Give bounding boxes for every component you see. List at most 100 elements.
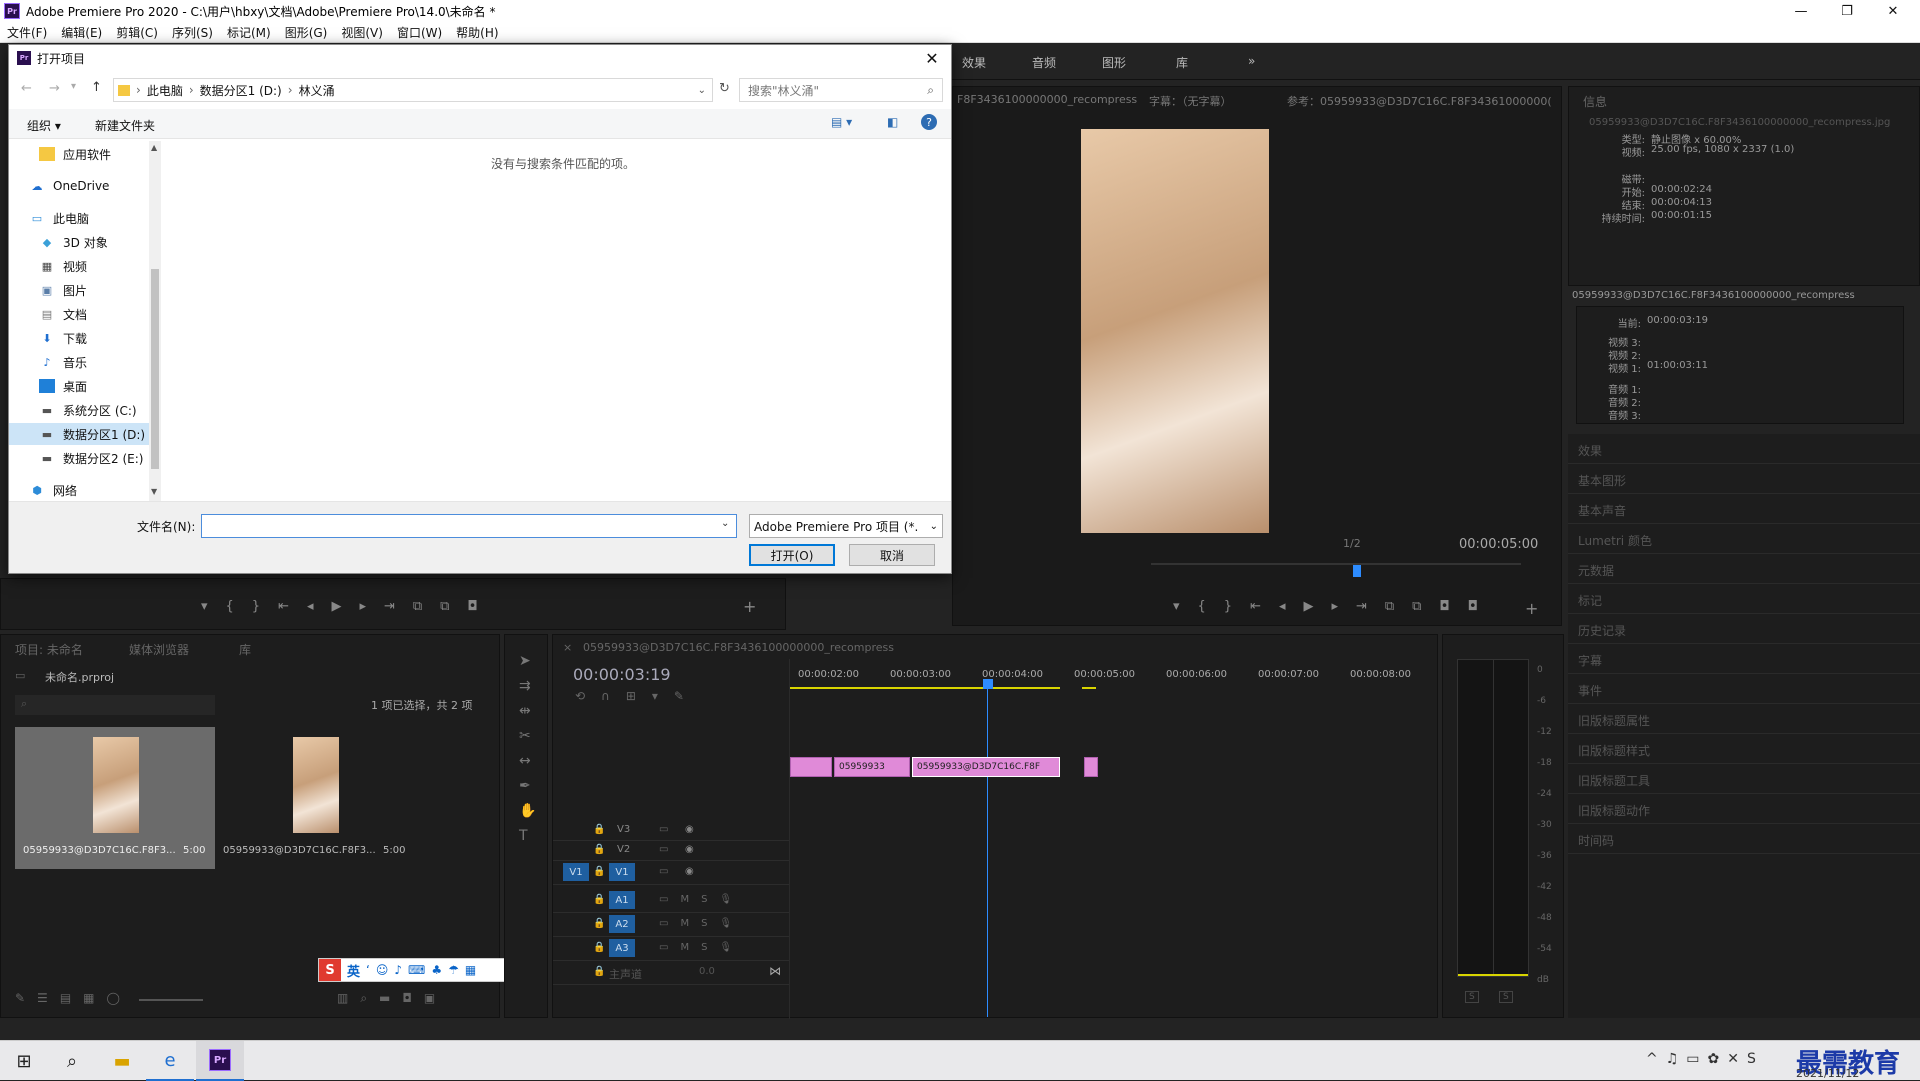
lock-icon[interactable]: 🔒 — [593, 866, 605, 877]
sync-icon[interactable]: ▭ — [659, 866, 668, 877]
maximize-icon[interactable]: ❐ — [1824, 0, 1870, 22]
project-search-input[interactable] — [15, 695, 215, 715]
up-arrow-icon[interactable]: ↑ — [91, 80, 102, 95]
source-patch-v1[interactable]: V1 — [563, 863, 589, 881]
work-area-bar[interactable] — [790, 687, 1060, 689]
monitor-page[interactable]: 1/2 — [1343, 537, 1361, 550]
track-master[interactable]: 🔒 主声道 0.0 ⋈ — [553, 961, 789, 985]
timeline-clip[interactable] — [1084, 757, 1098, 777]
project-footer-icons[interactable]: ✎☰▤▦◯ — [15, 991, 132, 1005]
file-type-select[interactable]: Adobe Premiere Pro 项目 (*. ⌄ — [749, 514, 943, 538]
project-item-1[interactable]: 05959933@D3D7C16C.F8F3... 5:00 — [15, 727, 215, 869]
address-bar[interactable]: › 此电脑 › 数据分区1 (D:) › 林义涌 ⌄ — [113, 78, 713, 102]
type-tool-icon[interactable]: T — [519, 828, 536, 844]
lock-icon[interactable]: 🔒 — [593, 894, 605, 905]
panel-essential-sound[interactable]: 基本声音 — [1578, 502, 1626, 519]
track-controls-icons[interactable]: ▭MS🎙 — [659, 894, 744, 905]
lock-icon[interactable]: 🔒 — [593, 844, 605, 855]
panel-events[interactable]: 事件 — [1578, 682, 1602, 699]
workspace-overflow-icon[interactable]: » — [1248, 54, 1255, 68]
go-to-end-icon[interactable]: ⋈ — [769, 964, 781, 978]
workspace-audio[interactable]: 音频 — [1032, 54, 1056, 71]
timeline-tool-icons[interactable]: ⟲∩⊞▾✎ — [575, 689, 700, 703]
timeline-close-icon[interactable]: × — [563, 641, 572, 654]
filename-dropdown-icon[interactable]: ⌄ — [721, 518, 729, 529]
panel-legacy-title-actions[interactable]: 旧版标题动作 — [1578, 802, 1650, 819]
scrollbar-thumb[interactable] — [151, 269, 159, 469]
solo-right-button[interactable]: S — [1499, 991, 1513, 1003]
razor-tool-icon[interactable]: ✂ — [519, 728, 536, 744]
timeline-clip[interactable] — [790, 757, 832, 777]
monitor-tab-captions[interactable]: 字幕：（无字幕） — [1149, 93, 1232, 109]
hand-tool-icon[interactable]: ✋ — [519, 803, 536, 819]
panel-legacy-title-styles[interactable]: 旧版标题样式 — [1578, 742, 1650, 759]
project-item-2[interactable]: 05959933@D3D7C16C.F8F3... 5:00 — [215, 727, 415, 869]
track-controls-icons[interactable]: ▭MS🎙 — [659, 942, 744, 953]
sidebar-item-this-pc[interactable]: ▭ 此电脑 — [29, 207, 165, 229]
open-button[interactable]: 打开(O) — [749, 544, 835, 566]
menu-graphics[interactable]: 图形(G) — [278, 24, 335, 41]
menu-file[interactable]: 文件(F) — [0, 24, 54, 41]
refresh-icon[interactable]: ↻ — [719, 81, 730, 96]
scroll-down-icon[interactable]: ▼ — [151, 487, 157, 496]
forward-arrow-icon[interactable]: → — [49, 81, 60, 96]
master-volume[interactable]: 0.0 — [699, 966, 715, 977]
close-icon[interactable]: ✕ — [1870, 0, 1916, 22]
view-options-icon[interactable]: ▤ ▾ — [831, 115, 852, 129]
ripple-edit-tool-icon[interactable]: ⇹ — [519, 703, 536, 719]
minimize-icon[interactable]: — — [1778, 0, 1824, 22]
track-v1[interactable]: V1 🔒 V1 ▭ ◉ — [553, 861, 789, 885]
file-list-pane[interactable]: 没有与搜索条件匹配的项。 — [163, 141, 951, 501]
organize-menu[interactable]: 组织 ▾ — [27, 117, 61, 134]
recent-chevron-icon[interactable]: ▾ — [71, 81, 76, 92]
panel-metadata[interactable]: 元数据 — [1578, 562, 1614, 579]
search-icon[interactable]: ⌕ — [48, 1041, 96, 1081]
menu-marker[interactable]: 标记(M) — [220, 24, 278, 41]
lock-icon[interactable]: 🔒 — [593, 966, 605, 977]
help-icon[interactable]: ? — [921, 114, 937, 130]
sidebar-item-network[interactable]: ⬢ 网络 — [29, 479, 165, 501]
track-a1[interactable]: 🔒 A1 ▭MS🎙 — [553, 889, 789, 913]
panel-legacy-title-properties[interactable]: 旧版标题属性 — [1578, 712, 1650, 729]
panel-effects[interactable]: 效果 — [1578, 442, 1602, 459]
search-box[interactable]: 搜索"林义涌" ⌕ — [739, 78, 943, 102]
panel-captions[interactable]: 字幕 — [1578, 652, 1602, 669]
project-footer-right-icons[interactable]: ▥⌕▬◘▣ — [337, 991, 447, 1006]
track-select-tool-icon[interactable]: ⇉ — [519, 678, 536, 694]
menu-view[interactable]: 视图(V) — [334, 24, 390, 41]
preview-pane-icon[interactable]: ◧ — [887, 115, 898, 129]
panel-lumetri[interactable]: Lumetri 颜色 — [1578, 532, 1652, 549]
eye-icon[interactable]: ◉ — [685, 824, 694, 835]
solo-left-button[interactable]: S — [1465, 991, 1479, 1003]
menu-help[interactable]: 帮助(H) — [449, 24, 505, 41]
windows-start-icon[interactable]: ⊞ — [0, 1041, 48, 1081]
monitor-transport-icons[interactable]: ▾{}⇤◂▶▸⇥⧉⧉◘◘ — [1173, 599, 1496, 614]
back-arrow-icon[interactable]: ← — [21, 81, 32, 96]
sidebar-item-onedrive[interactable]: ☁ OneDrive — [29, 175, 165, 197]
timeline-ruler-area[interactable]: 00:00:02:00 00:00:03:00 00:00:04:00 00:0… — [789, 659, 1439, 1019]
selection-tool-icon[interactable]: ➤ — [519, 653, 536, 669]
zoom-slider[interactable] — [139, 999, 203, 1001]
system-tray-icons[interactable]: ^♫▭✿✕S — [1646, 1051, 1764, 1067]
menu-sequence[interactable]: 序列(S) — [165, 24, 220, 41]
source-add-button-icon[interactable]: + — [743, 597, 756, 616]
monitor-playhead[interactable] — [1353, 565, 1361, 577]
eye-icon[interactable]: ◉ — [685, 866, 694, 877]
playhead-line[interactable] — [987, 687, 988, 1017]
panel-markers[interactable]: 标记 — [1578, 592, 1602, 609]
search-input[interactable]: 搜索"林义涌" — [748, 82, 819, 99]
timeline-clip[interactable]: 05959933 — [834, 757, 910, 777]
panel-timecode[interactable]: 时间码 — [1578, 832, 1614, 849]
file-explorer-icon[interactable]: ▬ — [98, 1041, 146, 1081]
breadcrumb-folder[interactable]: 林义涌 — [299, 82, 335, 99]
media-browser-tab[interactable]: 媒体浏览器 — [129, 641, 189, 658]
menu-edit[interactable]: 编辑(E) — [54, 24, 109, 41]
edge-browser-icon[interactable]: e — [146, 1041, 194, 1081]
track-controls-icons[interactable]: ▭MS🎙 — [659, 918, 744, 929]
workspace-effects[interactable]: 效果 — [962, 54, 986, 71]
panel-legacy-title-tools[interactable]: 旧版标题工具 — [1578, 772, 1650, 789]
address-dropdown-icon[interactable]: ⌄ — [698, 85, 706, 96]
filename-input[interactable] — [201, 514, 737, 538]
menu-clip[interactable]: 剪辑(C) — [109, 24, 165, 41]
premiere-taskbar-icon[interactable]: Pr — [196, 1041, 244, 1081]
